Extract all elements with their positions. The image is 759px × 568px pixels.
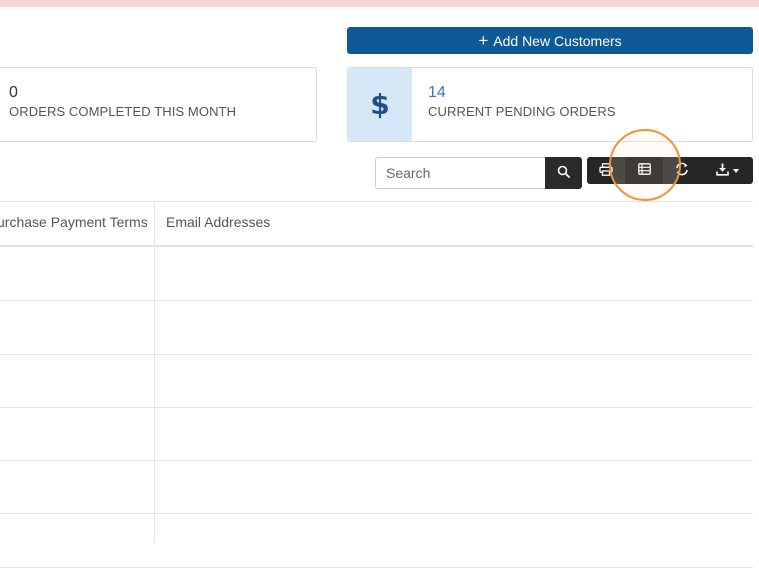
column-header-payment-terms[interactable]: urchase Payment Terms	[0, 214, 148, 230]
table-row[interactable]	[0, 301, 753, 355]
column-header-email-addresses[interactable]: Email Addresses	[166, 214, 270, 230]
table-header-row: urchase Payment Terms Email Addresses	[0, 202, 753, 247]
pending-orders-label: CURRENT PENDING ORDERS	[428, 104, 616, 119]
pending-orders-card: $ 14 CURRENT PENDING ORDERS	[347, 67, 753, 142]
search-button[interactable]	[545, 157, 582, 189]
search-bar	[375, 157, 582, 189]
pending-orders-icon-box: $	[348, 68, 412, 141]
export-download-button[interactable]	[701, 157, 753, 184]
print-button[interactable]	[587, 157, 625, 184]
add-new-customers-label: Add New Customers	[493, 32, 622, 49]
table-row[interactable]	[0, 460, 753, 514]
search-icon	[557, 165, 570, 181]
print-icon	[599, 162, 613, 179]
orders-completed-value: 0	[9, 84, 18, 101]
refresh-button[interactable]	[663, 157, 701, 184]
orders-completed-card: 0 ORDERS COMPLETED THIS MONTH	[0, 67, 317, 142]
orders-completed-label: ORDERS COMPLETED THIS MONTH	[9, 104, 237, 119]
table-row[interactable]	[0, 407, 753, 461]
table-row[interactable]	[0, 354, 753, 408]
plus-icon: +	[478, 30, 489, 50]
columns-icon	[637, 163, 651, 178]
alert-strip	[0, 0, 759, 7]
add-new-customers-button[interactable]: + Add New Customers	[347, 27, 753, 54]
download-icon	[715, 163, 729, 179]
pending-orders-value: 14	[428, 84, 446, 101]
customers-table: urchase Payment Terms Email Addresses	[0, 201, 753, 568]
chevron-down-icon	[732, 168, 739, 173]
table-toolbar	[587, 157, 753, 184]
refresh-icon	[675, 162, 689, 179]
column-divider	[154, 202, 155, 543]
dollar-icon: $	[370, 88, 390, 121]
columns-button[interactable]	[625, 157, 663, 184]
search-input[interactable]	[375, 157, 545, 189]
table-row[interactable]	[0, 247, 753, 301]
table-row[interactable]	[0, 514, 753, 568]
